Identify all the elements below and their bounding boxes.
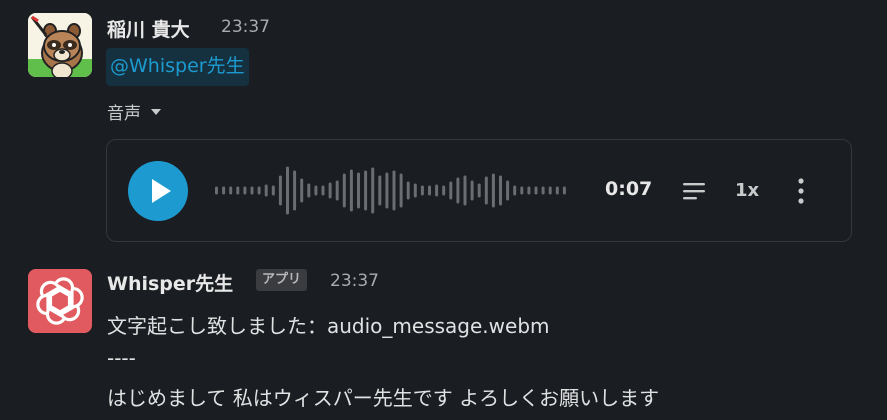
waveform-bar — [222, 186, 226, 195]
waveform-bar — [541, 186, 545, 195]
audio-waveform[interactable] — [215, 140, 580, 241]
waveform-bar — [470, 180, 474, 201]
waveform-bar — [243, 186, 247, 195]
more-vertical-icon — [798, 178, 804, 204]
waveform-bar — [562, 186, 566, 195]
audio-player: 0:07 1x — [106, 139, 852, 242]
message-1: 稲川 貴大 23:37 @Whisper先生 音声 0:07 1x — [0, 0, 887, 250]
waveform-bar — [278, 175, 282, 206]
waveform-bar — [420, 185, 424, 196]
more-actions-button[interactable] — [793, 176, 809, 206]
waveform-bar — [321, 185, 325, 196]
message-2: Whisper先生 アプリ 23:37 文字起こし致しました：audio_mes… — [0, 250, 887, 420]
avatar-tanuki[interactable] — [28, 13, 92, 77]
waveform-bar — [364, 170, 368, 211]
audio-section-toggle[interactable]: 音声 — [107, 99, 161, 124]
waveform-bar — [428, 185, 431, 196]
message-text-line-1: 文字起こし致しました：audio_message.webm — [107, 314, 550, 338]
author-name[interactable]: 稲川 貴大 — [107, 15, 190, 42]
app-badge: アプリ — [256, 269, 308, 291]
waveform-bar — [449, 181, 453, 200]
transcript-icon — [683, 183, 705, 200]
waveform-bar — [484, 176, 488, 205]
waveform-bar — [300, 178, 304, 203]
waveform-bar — [477, 183, 481, 198]
waveform-bar — [286, 166, 289, 215]
waveform-bar — [335, 180, 339, 201]
mention-link[interactable]: @Whisper先生 — [106, 48, 249, 86]
waveform-bar — [463, 175, 467, 206]
transcript-button[interactable] — [681, 179, 707, 203]
waveform-bar — [520, 186, 524, 195]
waveform-bar — [513, 185, 517, 196]
message-text-line-2: ---- — [107, 346, 136, 370]
waveform-bar — [385, 172, 389, 209]
waveform-bar — [257, 186, 261, 195]
waveform-bar — [293, 170, 297, 211]
waveform-bar — [548, 186, 552, 195]
timestamp[interactable]: 23:37 — [330, 271, 379, 291]
playback-speed-button[interactable]: 1x — [735, 180, 759, 201]
waveform-bar — [342, 173, 346, 208]
audio-duration: 0:07 — [605, 178, 653, 200]
waveform-bar — [527, 186, 531, 195]
play-icon — [152, 179, 171, 203]
waveform-bar — [499, 175, 502, 206]
waveform-bar — [250, 186, 254, 195]
waveform-bar — [392, 170, 396, 211]
waveform-bar — [413, 183, 417, 198]
waveform-bar — [506, 180, 510, 201]
openai-logo-icon — [28, 269, 92, 333]
play-button[interactable] — [128, 161, 188, 221]
waveform-bar — [555, 186, 559, 195]
waveform-bar — [328, 182, 332, 199]
waveform-bar — [399, 173, 403, 208]
avatar-openai[interactable] — [28, 269, 92, 333]
waveform-bar — [236, 186, 240, 195]
waveform-bar — [534, 186, 538, 195]
author-name[interactable]: Whisper先生 — [107, 269, 233, 296]
timestamp[interactable]: 23:37 — [221, 17, 270, 37]
waveform-bar — [349, 169, 353, 212]
audio-section-label: 音声 — [107, 104, 141, 124]
waveform-bar — [307, 183, 311, 198]
waveform-bar — [357, 172, 360, 209]
tanuki-avatar-icon — [28, 13, 92, 77]
waveform-bar — [264, 184, 268, 197]
waveform-bar — [406, 181, 410, 200]
waveform-bar — [314, 185, 318, 196]
waveform-bar — [435, 184, 439, 197]
waveform-bar — [378, 175, 382, 206]
waveform-bar — [229, 186, 233, 195]
message-text-line-3: はじめまして 私はウィスパー先生です よろしくお願いします — [107, 386, 660, 410]
waveform-bar — [456, 177, 460, 204]
waveform-bar — [371, 167, 375, 214]
waveform-bar — [491, 173, 495, 208]
waveform-bar — [442, 185, 446, 196]
waveform-bar — [215, 186, 218, 195]
waveform-bar — [271, 185, 275, 196]
caret-down-icon — [151, 108, 161, 115]
